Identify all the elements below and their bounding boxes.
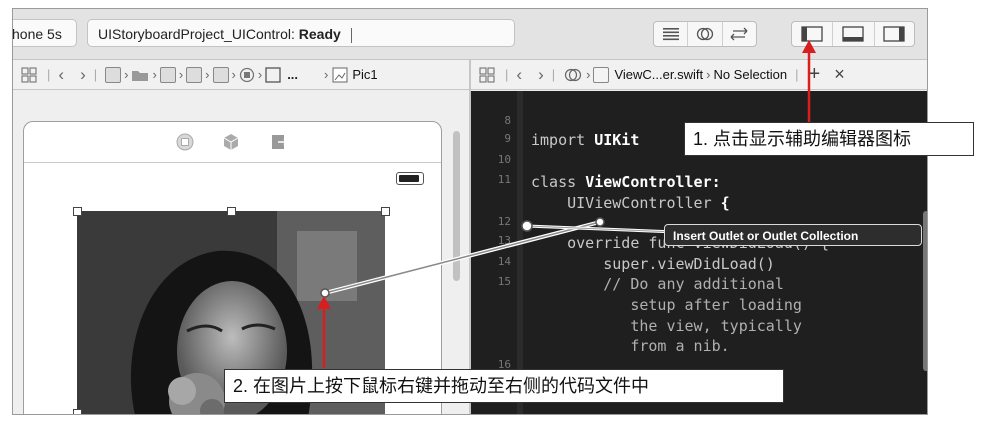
connection-gutter[interactable] xyxy=(517,91,523,414)
activity-status: UIStoryboardProject_UIControl: Ready xyxy=(87,19,515,47)
line-number: 9 xyxy=(504,132,511,145)
line-number: 15 xyxy=(497,275,511,288)
code-line: from a nib. xyxy=(531,337,730,355)
status-project: UIStoryboardProject_UIControl: xyxy=(98,26,295,42)
first-responder-icon[interactable] xyxy=(222,133,240,151)
view-icon[interactable] xyxy=(265,66,281,83)
forward-chevron-icon[interactable]: › xyxy=(80,65,86,85)
scene-dock xyxy=(24,122,441,163)
resize-handle[interactable] xyxy=(73,409,82,414)
line-number: 13 xyxy=(497,234,511,247)
close-editor-button[interactable]: × xyxy=(834,64,845,85)
version-editor-button[interactable] xyxy=(723,22,756,46)
status-divider xyxy=(350,27,352,43)
view-controller-icon[interactable] xyxy=(176,133,194,151)
resize-handle[interactable] xyxy=(381,207,390,216)
swift-file-icon[interactable] xyxy=(593,66,610,83)
add-editor-button[interactable]: + xyxy=(809,63,821,86)
code-line: the view, typically xyxy=(531,317,802,335)
line-number: 14 xyxy=(497,255,511,268)
scheme-selector[interactable]: hone 5s xyxy=(12,19,77,47)
interface-builder-canvas[interactable] xyxy=(13,91,469,414)
forward-chevron-icon[interactable]: › xyxy=(538,65,544,85)
canvas-scrollbar[interactable] xyxy=(453,131,460,281)
back-chevron-icon[interactable]: ‹ xyxy=(58,65,64,85)
overlap-circles-icon xyxy=(696,27,714,41)
lines-icon xyxy=(662,28,679,41)
resize-handle[interactable] xyxy=(73,207,82,216)
line-number: 12 xyxy=(497,215,511,228)
toggle-debug-area-button[interactable] xyxy=(833,22,875,46)
line-number: 10 xyxy=(497,153,511,166)
jump-file[interactable]: ViewC...er.swift xyxy=(614,67,703,82)
left-panel-icon xyxy=(801,26,823,42)
image-view-icon[interactable] xyxy=(332,67,348,83)
code-line: UIViewController { xyxy=(531,194,730,212)
standard-editor-button[interactable] xyxy=(654,22,689,46)
view-panels-segment xyxy=(791,21,915,47)
toggle-navigator-button[interactable] xyxy=(792,22,834,46)
resize-handle[interactable] xyxy=(227,207,236,216)
step2-callout: 2. 在图片上按下鼠标右键并拖动至右侧的代码文件中 xyxy=(224,369,784,403)
insert-outlet-tooltip: Insert Outlet or Outlet Collection xyxy=(664,224,922,246)
grid-icon[interactable] xyxy=(21,67,37,83)
path-ellipsis[interactable]: ... xyxy=(287,67,298,82)
step1-callout: 1. 点击显示辅助编辑器图标 xyxy=(684,122,974,156)
code-scrollbar[interactable] xyxy=(923,211,927,371)
jump-selection[interactable]: No Selection xyxy=(713,67,787,82)
view-controller-icon[interactable] xyxy=(239,67,255,83)
xcode-window: hone 5s UIStoryboardProject_UIControl: R… xyxy=(12,8,928,415)
code-line: // Do any additional xyxy=(531,275,784,293)
toolbar: hone 5s UIStoryboardProject_UIControl: R… xyxy=(13,9,927,60)
code-line: class ViewController: xyxy=(531,173,721,191)
right-jump-bar: | ‹ › | › ViewC...er.swift › No Selectio… xyxy=(471,60,927,90)
bottom-panel-icon xyxy=(842,26,865,42)
swap-arrows-icon xyxy=(730,27,748,41)
code-line: setup after loading xyxy=(531,296,802,314)
editor-mode-segment xyxy=(653,21,757,47)
exit-icon[interactable] xyxy=(270,133,289,151)
scheme-label: hone 5s xyxy=(12,26,62,42)
line-number-gutter: 8 9 10 11 12 13 14 15 16 xyxy=(471,91,517,414)
storyboard-base-icon[interactable] xyxy=(186,66,203,83)
line-number: 11 xyxy=(497,173,511,186)
status-state: Ready xyxy=(298,26,341,42)
storyboard-icon[interactable] xyxy=(159,66,176,83)
battery-icon xyxy=(396,172,424,185)
grid-icon[interactable] xyxy=(479,67,495,83)
code-line: import UIKit xyxy=(531,131,640,149)
code-line: super.viewDidLoad() xyxy=(531,255,775,273)
right-panel-icon xyxy=(883,26,905,42)
related-items-icon[interactable] xyxy=(563,67,583,83)
toggle-utilities-button[interactable] xyxy=(875,22,914,46)
project-icon[interactable] xyxy=(105,66,122,83)
left-jump-bar: | ‹ › | › › › › › › ... › Pic1 xyxy=(13,60,469,90)
line-number: 8 xyxy=(504,114,511,127)
back-chevron-icon[interactable]: ‹ xyxy=(516,65,522,85)
scene-icon[interactable] xyxy=(212,66,229,83)
folder-icon[interactable] xyxy=(131,68,149,82)
jump-pic1[interactable]: Pic1 xyxy=(352,67,377,82)
assistant-editor-button[interactable] xyxy=(688,22,723,46)
